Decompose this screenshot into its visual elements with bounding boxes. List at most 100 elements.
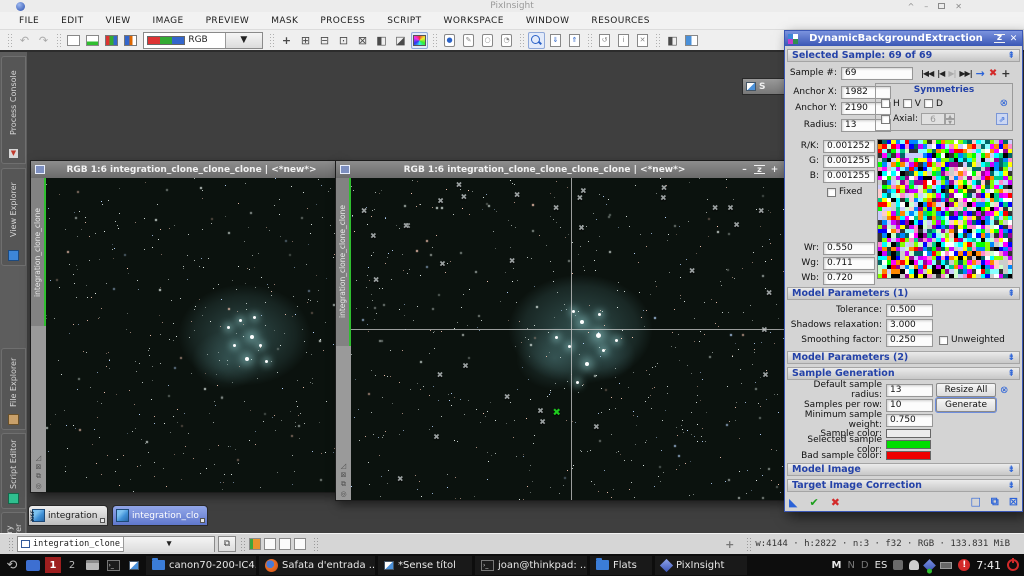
histogram-icon[interactable] — [683, 32, 700, 49]
menu-mask[interactable]: MASK — [260, 14, 309, 28]
toolbar-handle[interactable] — [7, 33, 12, 48]
file-history-icon[interactable]: ↺ — [596, 32, 613, 49]
toolbar-handle[interactable] — [269, 33, 274, 48]
view-magnifier-icon[interactable] — [528, 32, 545, 49]
chevron-down-icon[interactable]: ▼ — [225, 33, 262, 48]
updates-icon[interactable] — [923, 559, 936, 572]
zoom-in-mode-icon[interactable]: ⊞ — [297, 32, 314, 49]
axial-checkbox[interactable] — [881, 115, 890, 124]
hidden-window-titlebar[interactable]: S — [742, 78, 788, 95]
first-sample-icon[interactable]: |◀◀ — [921, 69, 933, 78]
dbe-sample-marker[interactable]: ✖ — [370, 231, 377, 240]
dbe-sample-marker[interactable]: ✖ — [593, 423, 600, 432]
toolbar-handle[interactable] — [240, 537, 245, 551]
section-sample-generation[interactable]: Sample Generation ⇞ — [787, 367, 1020, 380]
g-input[interactable] — [823, 155, 875, 168]
fixed-checkbox[interactable] — [827, 188, 836, 197]
menu-view[interactable]: VIEW — [95, 14, 142, 28]
section-model-image[interactable]: Model Image ⇟ — [787, 463, 1020, 476]
toolbar-handle[interactable] — [56, 33, 61, 48]
dbe-dialog[interactable]: DynamicBackgroundExtraction z ✕ Selected… — [784, 30, 1023, 512]
taskbar-window-canon[interactable]: canon70-200-IC4... — [146, 556, 256, 575]
dbe-sample-marker[interactable]: ✖ — [539, 418, 546, 427]
rgb-channels-icon[interactable] — [103, 32, 120, 49]
process-edit-icon[interactable]: ✎ — [460, 32, 477, 49]
wr-input[interactable] — [823, 242, 875, 255]
app-titlebar[interactable]: PixInsight ^ – ✕ — [0, 0, 1024, 12]
next-sample-icon[interactable]: ▶| — [948, 69, 955, 78]
file-manager-launcher-icon[interactable] — [83, 556, 101, 574]
dbe-sample-marker[interactable]: ✖ — [727, 203, 734, 212]
redo-icon[interactable]: ↷ — [35, 32, 52, 49]
menu-window[interactable]: WINDOW — [515, 14, 581, 28]
dbe-sample-marker[interactable]: ✖ — [437, 197, 444, 206]
window-minimize-icon[interactable]: – — [739, 165, 750, 175]
dbe-sample-marker[interactable]: ✖ — [733, 220, 740, 229]
dbe-sample-marker[interactable]: ✖ — [433, 432, 440, 441]
taskbar-window-untitled[interactable]: *Sense títol — [378, 556, 472, 575]
duplicate-view-icon[interactable]: ⧉ — [36, 472, 41, 481]
bad-sample-color-swatch[interactable] — [886, 451, 931, 460]
dbe-sample-marker[interactable]: ✖ — [456, 181, 463, 190]
minimum-sample-weight-input[interactable] — [886, 414, 933, 427]
expand-section-icon[interactable]: ⇟ — [1007, 353, 1015, 363]
menu-resources[interactable]: RESOURCES — [580, 14, 660, 28]
dbe-sample-marker[interactable]: ✖ — [661, 184, 668, 193]
expand-section-icon[interactable]: ⇟ — [1007, 481, 1015, 491]
dbe-sample-marker[interactable]: ✖ — [537, 407, 544, 416]
zoom-fit-icon[interactable]: ◿ — [36, 454, 41, 462]
dbe-sample-marker[interactable]: ✖ — [762, 371, 769, 380]
previous-sample-icon[interactable]: |◀ — [937, 69, 944, 78]
shadows-relaxation-input[interactable] — [886, 319, 933, 332]
sidebar-tab-process-console[interactable]: Process Console ▼ — [1, 56, 26, 164]
wb-input[interactable] — [823, 272, 875, 285]
new-preview-mode-icon[interactable]: ◧ — [373, 32, 390, 49]
menu-image[interactable]: IMAGE — [142, 14, 195, 28]
workspace-thumbnail-3[interactable] — [279, 538, 291, 550]
dbe-selected-sample-marker[interactable]: ✖ — [552, 408, 560, 419]
process-browser-icon[interactable]: ○ — [479, 32, 496, 49]
dbe-sample-marker[interactable]: ✖ — [712, 204, 719, 213]
view-browser-button[interactable]: ⧉ — [218, 536, 236, 552]
d-checkbox[interactable] — [924, 99, 933, 108]
pan-mode-icon[interactable]: + — [278, 32, 295, 49]
menu-process[interactable]: PROCESS — [309, 14, 376, 28]
execute-icon[interactable]: ✔ — [809, 496, 818, 509]
editor-launcher-icon[interactable] — [125, 556, 143, 574]
starfield-image-1[interactable] — [46, 178, 338, 492]
unweighted-checkbox[interactable] — [939, 336, 948, 345]
dbe-sample-marker[interactable]: ✖ — [514, 190, 521, 199]
battery-icon[interactable] — [940, 562, 952, 569]
clock[interactable]: 7:41 — [976, 559, 1001, 572]
dbe-sample-marker[interactable]: ✖ — [758, 206, 765, 215]
fit-view-icon[interactable]: ⊠ — [354, 32, 371, 49]
new-image-icon[interactable] — [65, 32, 82, 49]
starfield-image-2[interactable]: ✖✖✖✖✖✖✖✖✖✖✖✖✖✖✖✖✖✖✖✖✖✖✖✖✖✖✖✖✖✖✖✖✖✖ — [351, 178, 784, 500]
dbe-sample-marker[interactable]: ✖ — [373, 275, 380, 284]
tray-indicator-d[interactable]: D — [861, 560, 869, 571]
sample-color-swatch[interactable] — [886, 429, 931, 438]
dialog-close-icon[interactable]: ✕ — [1008, 34, 1019, 44]
workspace-thumbnail-2[interactable] — [264, 538, 276, 550]
expand-section-icon[interactable]: ⇟ — [1007, 465, 1015, 475]
screen-transfer-icon[interactable]: ◧ — [664, 32, 681, 49]
iconized-tab-integration[interactable]: XISF integration — [28, 505, 108, 526]
sample-number-input[interactable] — [841, 67, 913, 80]
default-sample-radius-input[interactable] — [886, 384, 933, 397]
window-shade-icon[interactable]: z — [754, 165, 765, 174]
toolbar-handle[interactable] — [313, 537, 318, 551]
track-sample-icon[interactable]: + — [1001, 67, 1010, 80]
target-icon[interactable]: ◎ — [35, 482, 41, 490]
taskbar-window-flats[interactable]: Flats — [590, 556, 652, 575]
goto-sample-icon[interactable]: → — [976, 67, 985, 80]
spin-down-icon[interactable]: ▼ — [945, 119, 955, 125]
dbe-sample-marker[interactable]: ✖ — [660, 194, 667, 203]
chevron-down-icon[interactable]: ▼ — [123, 537, 214, 552]
axial-spinner[interactable]: 6 ▲▼ — [921, 113, 955, 125]
reset-radius-icon[interactable]: ⊗ — [1000, 385, 1008, 396]
window-restore-icon[interactable] — [35, 165, 45, 174]
file-close-icon[interactable]: ✕ — [634, 32, 651, 49]
cancel-icon[interactable]: ✖ — [831, 496, 840, 509]
apply-symmetry-icon[interactable]: ⇗ — [996, 113, 1008, 125]
sidebar-tab-view-explorer[interactable]: View Explorer — [1, 168, 26, 266]
